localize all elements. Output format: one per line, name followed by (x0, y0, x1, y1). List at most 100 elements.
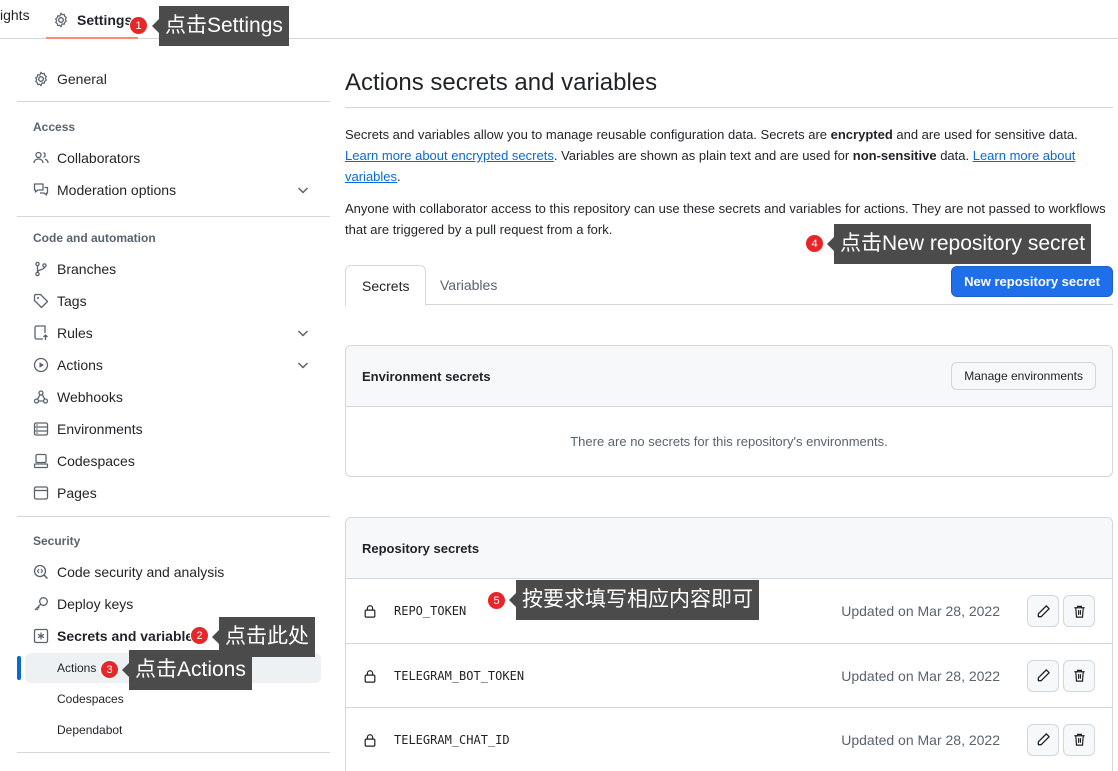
sidebar-item-label: Branches (57, 261, 117, 277)
trash-icon (1073, 733, 1085, 746)
repository-secrets-header: Repository secrets (346, 518, 1112, 579)
sidebar-item-collaborators[interactable]: Collaborators (17, 142, 321, 174)
sidebar-item-label: Actions (57, 357, 103, 373)
step-callout: 按要求填写相应内容即可 (509, 580, 759, 620)
tag-icon (33, 293, 49, 309)
server-icon (33, 422, 49, 436)
step-badge: 4 (805, 234, 824, 253)
desc-text: Secrets and variables allow you to manag… (345, 127, 831, 142)
sidebar-item-rules[interactable]: Rules (17, 317, 321, 349)
edit-secret-button[interactable] (1027, 723, 1059, 756)
chevron-down-icon[interactable] (295, 357, 311, 373)
sidebar-heading-security: Security (33, 534, 81, 548)
gear-icon (55, 12, 67, 27)
edit-secret-button[interactable] (1027, 595, 1059, 627)
chevron-down-icon[interactable] (295, 325, 311, 341)
sidebar-item-branches[interactable]: Branches (17, 253, 321, 285)
trash-icon (1073, 605, 1085, 618)
learn-more-secrets-link[interactable]: Learn more about encrypted secrets (345, 148, 554, 163)
edit-secret-button[interactable] (1027, 659, 1059, 692)
sidebar-item-deploy-keys[interactable]: Deploy keys (17, 588, 321, 620)
sidebar-item-label: Pages (57, 485, 97, 501)
secret-row: TELEGRAM_BOT_TOKEN Updated on Mar 28, 20… (346, 643, 1112, 707)
sidebar-item-label: Tags (57, 293, 87, 309)
step-callout: 点击Actions (122, 650, 252, 690)
secret-updated: Updated on Mar 28, 2022 (841, 731, 1000, 748)
desc-text: data. (936, 148, 973, 163)
sidebar-item-label: Rules (57, 325, 93, 341)
sidebar-item-code-security[interactable]: Code security and analysis (17, 556, 321, 588)
tab-variables[interactable]: Variables (424, 265, 513, 305)
sidebar-divider (17, 216, 330, 217)
desc-emphasis: non-sensitive (852, 148, 937, 163)
active-tab-underline (46, 37, 138, 39)
play-icon (33, 357, 49, 373)
pencil-icon (1037, 733, 1050, 746)
sidebar-divider (17, 516, 330, 517)
environment-secrets-header: Environment secrets Manage environments (346, 346, 1112, 407)
empty-state-message: There are no secrets for this repository… (570, 434, 888, 449)
step-badge: 1 (129, 16, 148, 35)
sidebar-item-label: Webhooks (57, 389, 123, 405)
sidebar-heading-code: Code and automation (33, 231, 156, 245)
lock-icon (364, 733, 376, 747)
repository-secrets-title: Repository secrets (362, 540, 480, 556)
desc-text: . Variables are shown as plain text and … (553, 148, 853, 163)
sidebar-item-codespaces[interactable]: Codespaces (17, 445, 321, 477)
people-icon (33, 151, 49, 164)
sidebar-item-general[interactable]: General (17, 63, 321, 95)
sidebar-item-actions[interactable]: Actions (17, 349, 321, 381)
sidebar-item-webhooks[interactable]: Webhooks (17, 381, 321, 413)
sidebar-heading-access: Access (33, 120, 76, 134)
tab-settings-label: Settings (77, 11, 133, 28)
step-callout: 点击Settings (152, 6, 289, 46)
delete-secret-button[interactable] (1063, 659, 1095, 692)
environment-secrets-box: Environment secrets Manage environments … (345, 345, 1113, 477)
codespaces-icon (33, 453, 49, 469)
key-icon (34, 597, 48, 611)
trash-icon (1073, 669, 1085, 682)
tab-settings[interactable]: Settings (46, 0, 138, 39)
git-branch-icon (35, 261, 47, 277)
step-badge: 3 (100, 660, 119, 679)
delete-secret-button[interactable] (1063, 595, 1095, 627)
secret-updated: Updated on Mar 28, 2022 (841, 603, 1000, 619)
repository-secrets-box: Repository secrets REPO_TOKEN Updated on… (345, 517, 1113, 771)
comment-discussion-icon (33, 183, 49, 196)
sidebar-item-pages[interactable]: Pages (17, 477, 321, 509)
sidebar-item-label: Environments (57, 421, 143, 437)
secret-name: TELEGRAM_BOT_TOKEN (394, 668, 525, 683)
step-badge: 5 (487, 591, 506, 610)
secret-name: TELEGRAM_CHAT_ID (394, 732, 510, 747)
secret-row: TELEGRAM_CHAT_ID Updated on Mar 28, 2022 (346, 707, 1112, 771)
sidebar-divider (17, 101, 330, 102)
step-callout: 点击New repository secret (826, 224, 1092, 264)
lock-icon (364, 669, 376, 683)
tab-secrets[interactable]: Secrets (345, 265, 427, 306)
manage-environments-button[interactable]: Manage environments (951, 362, 1096, 390)
webhook-icon (33, 390, 49, 404)
pencil-icon (1037, 669, 1050, 682)
chevron-down-icon[interactable] (295, 182, 311, 198)
sidebar-item-tags[interactable]: Tags (17, 285, 321, 317)
pencil-icon (1037, 604, 1050, 617)
title-divider (345, 107, 1113, 108)
desc-emphasis: encrypted (830, 127, 893, 142)
sidebar-subitem-dependabot[interactable]: Dependabot (25, 715, 321, 745)
sidebar-item-label: Secrets and variables (57, 628, 201, 644)
new-repository-secret-button[interactable]: New repository secret (951, 266, 1113, 297)
sidebar-item-label: Collaborators (57, 150, 141, 166)
sidebar-subitem-label: Dependabot (57, 723, 123, 737)
desc-text: . (397, 169, 401, 184)
tab-insights[interactable]: ights (0, 7, 30, 23)
sidebar-subitem-label: Codespaces (57, 692, 124, 706)
browser-icon (33, 486, 49, 500)
sidebar-item-environments[interactable]: Environments (17, 413, 321, 445)
delete-secret-button[interactable] (1063, 723, 1095, 756)
asterisk-icon (33, 628, 49, 644)
sidebar-item-label: Moderation options (57, 182, 177, 198)
step-badge: 2 (190, 626, 209, 645)
secret-name: REPO_TOKEN (394, 604, 467, 618)
sidebar-item-moderation[interactable]: Moderation options (17, 174, 321, 206)
sidebar-item-label: Codespaces (57, 453, 135, 469)
